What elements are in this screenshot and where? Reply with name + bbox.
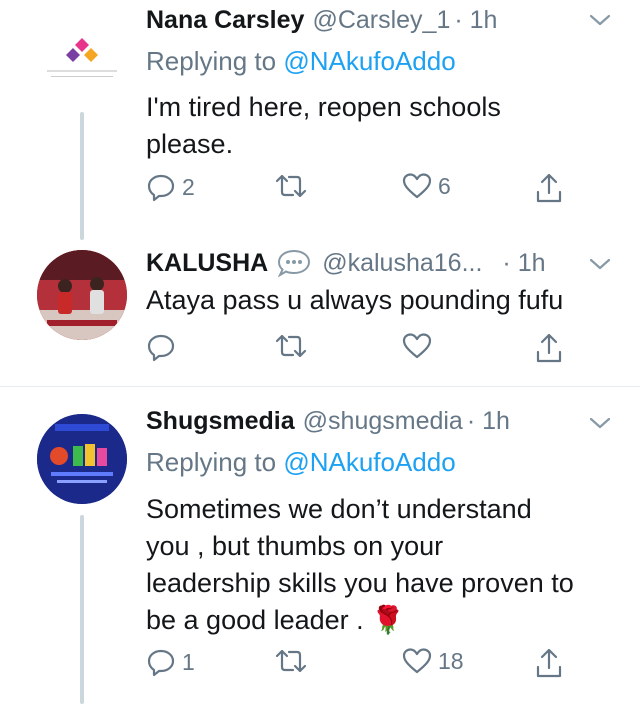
tweet-text: Ataya pass u always pounding fufu (146, 282, 616, 319)
retweet-button[interactable] (274, 332, 308, 360)
timestamp[interactable]: · 1h (454, 6, 497, 35)
tweet-text-line: leadership skills you have proven to (146, 568, 574, 598)
share-icon (536, 333, 562, 363)
reply-count: 1 (182, 648, 195, 675)
thread-line (80, 112, 84, 240)
photography-logo-icon (37, 10, 127, 100)
like-count: 6 (438, 172, 451, 199)
retweet-button[interactable] (274, 172, 308, 200)
tweet-header: Nana Carsley @Carsley_1 · 1h (146, 6, 620, 35)
tweet-text: I'm tired here, reopen schools please. (146, 89, 616, 163)
reply-count: 2 (182, 173, 195, 200)
user-handle[interactable]: @kalusha16... (322, 249, 482, 278)
retweet-icon (275, 334, 307, 358)
tweet-1[interactable]: Nana Carsley @Carsley_1 · 1h Replying to… (0, 0, 640, 240)
reply-button[interactable] (146, 332, 176, 362)
share-icon (536, 173, 562, 203)
reply-icon (147, 649, 175, 677)
avatar[interactable] (37, 414, 127, 504)
avatar[interactable] (37, 250, 127, 340)
tweet-actions: 2 6 (146, 172, 586, 212)
replying-to: Replying to @NAkufoAddo (146, 447, 456, 478)
replying-to: Replying to @NAkufoAddo (146, 46, 456, 77)
user-handle[interactable]: @Carsley_1 (312, 6, 450, 35)
display-name[interactable]: Shugsmedia (146, 407, 295, 436)
replying-to-label: Replying to (146, 447, 284, 477)
retweet-icon (275, 174, 307, 198)
avatar[interactable] (37, 10, 127, 100)
display-name[interactable]: Nana Carsley (146, 6, 304, 35)
graphic-designer-flyer-icon (37, 414, 127, 504)
tweet-actions: 1 18 (146, 647, 586, 687)
mention-link[interactable]: @NAkufoAddo (283, 447, 455, 477)
tweet-text: Sometimes we don’t understand you , but … (146, 491, 616, 639)
reply-icon (147, 334, 175, 362)
reply-icon (147, 174, 175, 202)
timestamp[interactable]: · 1h (467, 407, 510, 436)
tweet-text-line: be a good leader . 🌹 (146, 605, 405, 635)
tweet-text-line: Ataya pass u always pounding fufu (146, 285, 564, 315)
tweet-text-line: I'm tired here, reopen schools (146, 92, 501, 122)
share-icon (536, 648, 562, 678)
chevron-down-icon[interactable] (588, 415, 612, 431)
replying-to-label: Replying to (146, 46, 284, 76)
heart-icon (402, 173, 432, 199)
retweet-button[interactable] (274, 647, 308, 675)
share-button[interactable] (534, 172, 564, 204)
reply-button[interactable]: 1 (146, 647, 195, 677)
share-button[interactable] (534, 332, 564, 364)
like-button[interactable] (402, 332, 432, 360)
chevron-down-icon[interactable] (588, 12, 612, 28)
timestamp[interactable]: · 1h (502, 249, 545, 278)
user-handle[interactable]: @shugsmedia (303, 407, 463, 436)
speech-bubble-icon (276, 248, 312, 278)
like-button[interactable]: 18 (402, 647, 464, 675)
tweet-text-line: Sometimes we don’t understand (146, 494, 532, 524)
user-photo-icon (37, 250, 127, 340)
share-button[interactable] (534, 647, 564, 679)
heart-icon (402, 333, 432, 359)
like-button[interactable]: 6 (402, 172, 451, 200)
display-name[interactable]: KALUSHA (146, 249, 268, 278)
retweet-icon (275, 649, 307, 673)
tweet-header: Shugsmedia @shugsmedia · 1h (146, 407, 620, 436)
tweet-actions (146, 332, 586, 372)
chevron-down-icon[interactable] (588, 256, 612, 272)
tweet-text-line: you , but thumbs on your (146, 531, 444, 561)
mention-link[interactable]: @NAkufoAddo (283, 46, 455, 76)
tweet-2[interactable]: KALUSHA @kalusha16... · 1h Ataya pass u … (0, 226, 640, 386)
like-count: 18 (438, 647, 464, 674)
thread-line (80, 515, 84, 704)
reply-button[interactable]: 2 (146, 172, 195, 202)
heart-icon (402, 648, 432, 674)
tweet-3[interactable]: Shugsmedia @shugsmedia · 1h Replying to … (0, 387, 640, 704)
tweet-header: KALUSHA @kalusha16... · 1h (146, 248, 620, 278)
tweet-text-line: please. (146, 129, 234, 159)
